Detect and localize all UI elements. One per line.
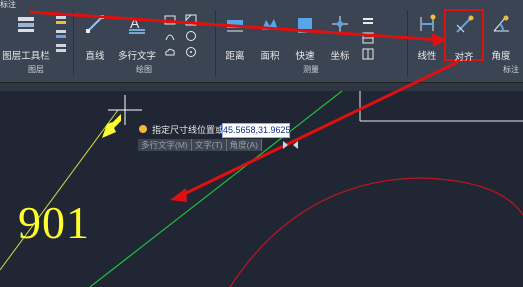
cad-window: { "ribbon": { "title": "标注", "panels": {…: [0, 0, 523, 287]
option-mtext[interactable]: 多行文字(M): [138, 139, 192, 151]
prompt-bulb-icon: [139, 125, 147, 133]
red-arrowhead-icon: [170, 188, 187, 202]
dimension-text[interactable]: 901: [18, 198, 90, 248]
red-arc: [229, 177, 523, 287]
option-prev-icon[interactable]: [283, 141, 288, 149]
coordinate-input[interactable]: 45.5658,31.9625: [222, 123, 291, 138]
yellow-arrow-icon: [102, 114, 121, 138]
red-arrowhead-icon: [432, 33, 446, 47]
command-options: 多行文字(M) 文字(T) 角度(A): [138, 139, 262, 151]
command-prompt: 指定尺寸线位置或: [152, 125, 225, 135]
green-geometry-line: [89, 90, 343, 287]
red-annotation-arrow: [29, 10, 442, 42]
option-angle[interactable]: 角度(A): [227, 139, 262, 151]
option-text[interactable]: 文字(T): [192, 139, 227, 151]
